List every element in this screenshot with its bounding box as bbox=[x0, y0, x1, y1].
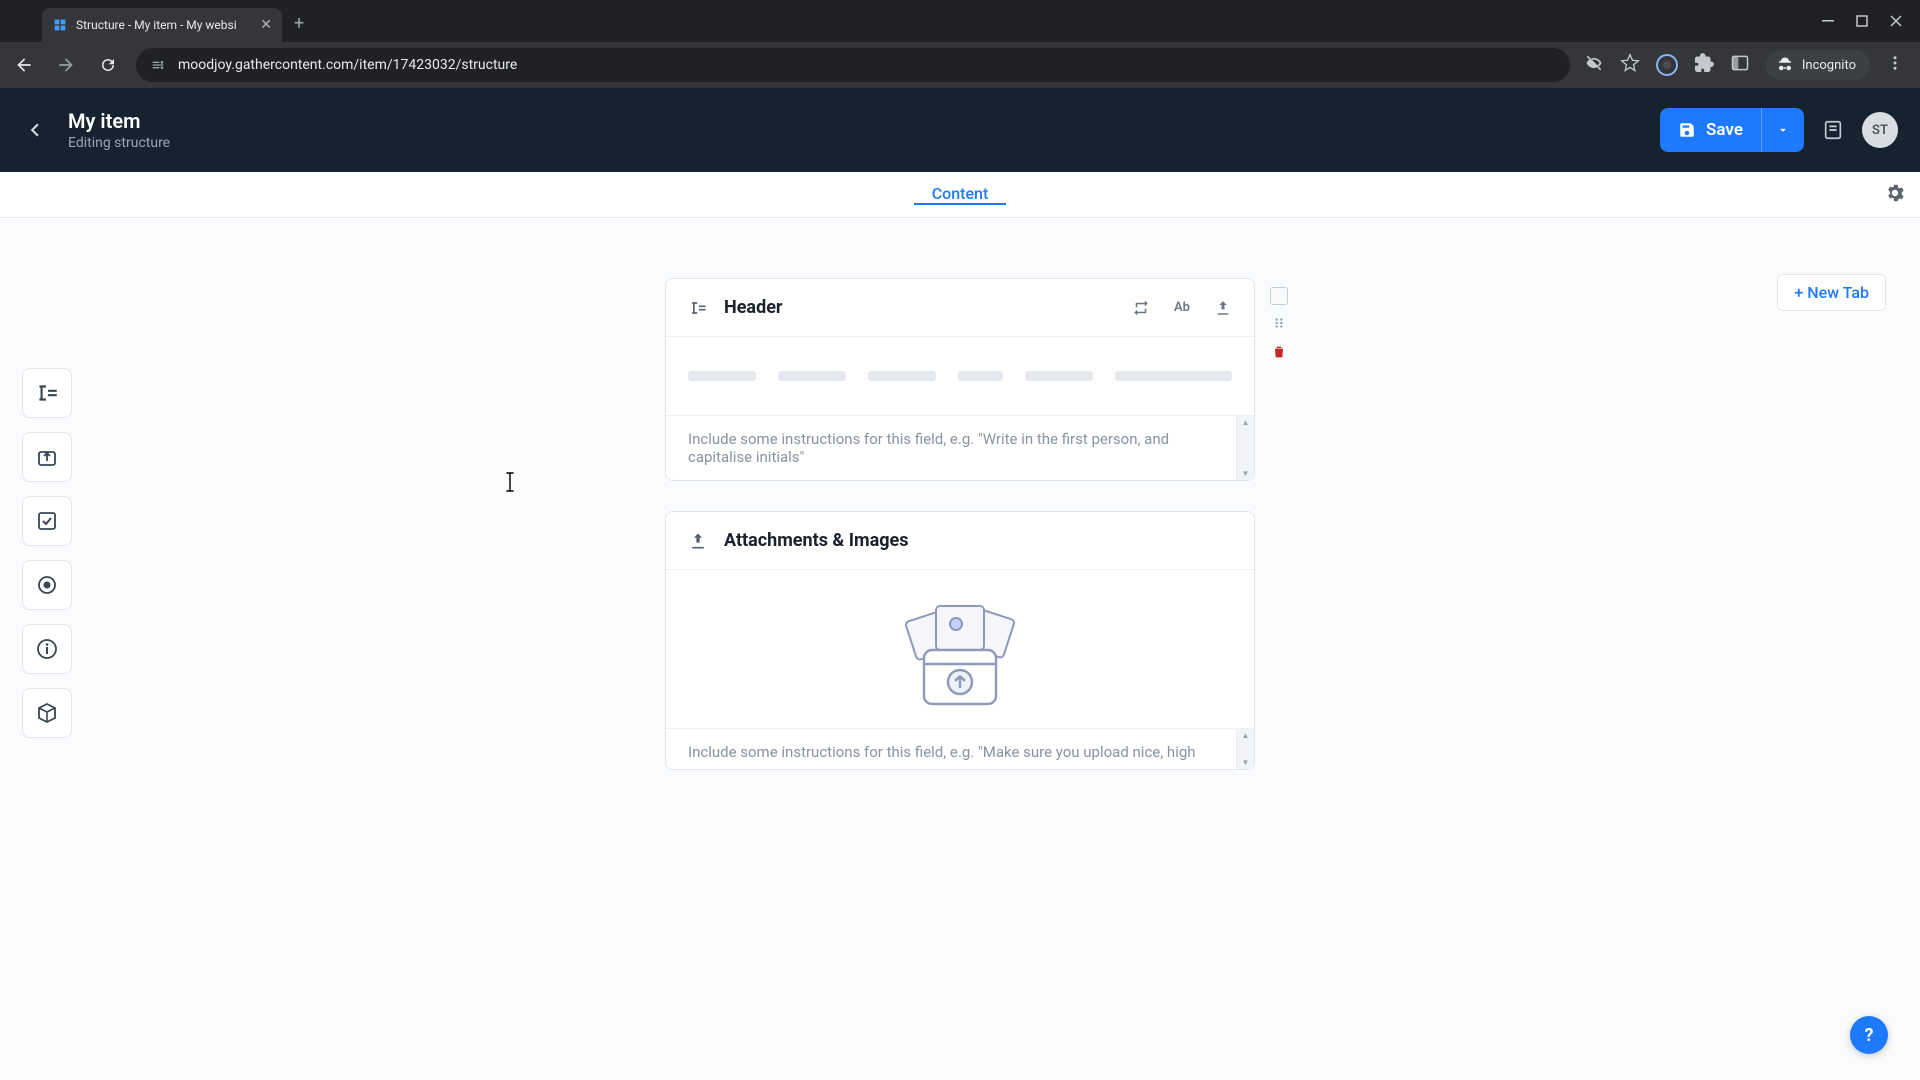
scroll-down-icon: ▼ bbox=[1242, 469, 1250, 478]
avatar-initials: ST bbox=[1872, 123, 1888, 138]
help-button[interactable]: ? bbox=[1850, 1016, 1888, 1054]
drag-handle-icon[interactable] bbox=[1272, 315, 1286, 334]
rail-attachment-button[interactable] bbox=[22, 432, 72, 482]
reload-icon[interactable] bbox=[94, 51, 122, 79]
tab-label: Content bbox=[932, 184, 989, 203]
rail-guideline-button[interactable] bbox=[22, 624, 72, 674]
rail-text-field-button[interactable] bbox=[22, 368, 72, 418]
checkbox-icon bbox=[35, 509, 59, 533]
tab-content[interactable]: Content bbox=[914, 184, 1007, 205]
workspace: + New Tab bbox=[0, 218, 1920, 1080]
upload-icon bbox=[688, 531, 708, 551]
new-tab-label: + New Tab bbox=[1794, 283, 1869, 302]
text-field-icon bbox=[34, 380, 60, 406]
browser-tab-title: Structure - My item - My websi bbox=[76, 18, 237, 32]
nav-forward-icon[interactable] bbox=[52, 51, 80, 79]
field-card-attachments[interactable]: Attachments & Images bbox=[665, 511, 1255, 770]
field-card-header[interactable]: Header Ab bbox=[665, 278, 1255, 481]
field-name-input[interactable]: Attachments & Images bbox=[724, 530, 1232, 551]
field-header: Attachments & Images bbox=[666, 512, 1254, 570]
browser-tabstrip: Structure - My item - My websi ✕ + bbox=[0, 0, 1920, 42]
browser-toolbar: moodjoy.gathercontent.com/item/17423032/… bbox=[0, 42, 1920, 88]
upload-illustration bbox=[666, 570, 1254, 728]
scroll-down-icon: ▼ bbox=[1242, 758, 1250, 767]
new-browser-tab-button[interactable]: + bbox=[282, 5, 316, 42]
site-settings-icon[interactable] bbox=[150, 57, 166, 73]
tab-bar: Content bbox=[0, 172, 1920, 218]
scrollbar[interactable]: ▲ ▼ bbox=[1236, 729, 1254, 769]
rail-checkbox-button[interactable] bbox=[22, 496, 72, 546]
incognito-indicator[interactable]: Incognito bbox=[1766, 50, 1870, 80]
placeholder-skeleton bbox=[688, 371, 1232, 381]
nav-back-icon[interactable] bbox=[10, 51, 38, 79]
new-tab-button[interactable]: + New Tab bbox=[1777, 274, 1886, 311]
field-side-controls bbox=[1270, 287, 1288, 364]
fields-canvas: Header Ab bbox=[665, 278, 1255, 770]
app-header: My item Editing structure Save ST bbox=[0, 88, 1920, 172]
save-button[interactable]: Save bbox=[1660, 120, 1761, 140]
save-icon bbox=[1678, 121, 1696, 139]
rail-component-button[interactable] bbox=[22, 688, 72, 738]
incognito-label: Incognito bbox=[1802, 58, 1856, 73]
chevron-down-icon bbox=[1776, 123, 1790, 137]
radio-icon bbox=[35, 573, 59, 597]
field-type-rail bbox=[22, 368, 72, 738]
incognito-icon bbox=[1776, 56, 1794, 74]
question-icon: ? bbox=[1865, 1025, 1874, 1046]
field-body[interactable] bbox=[666, 337, 1254, 415]
favicon-icon bbox=[52, 17, 68, 33]
info-icon bbox=[35, 637, 59, 661]
scroll-up-icon: ▲ bbox=[1242, 731, 1250, 740]
app-root: My item Editing structure Save ST bbox=[0, 88, 1920, 1080]
page-title: My item bbox=[68, 109, 170, 133]
preview-icon[interactable] bbox=[1822, 119, 1844, 141]
back-button[interactable] bbox=[22, 117, 48, 143]
cube-icon bbox=[35, 701, 59, 725]
browser-tab-active[interactable]: Structure - My item - My websi ✕ bbox=[42, 8, 282, 42]
browser-window: Structure - My item - My websi ✕ + moodj… bbox=[0, 0, 1920, 88]
save-dropdown-button[interactable] bbox=[1761, 108, 1804, 152]
field-name-input[interactable]: Header bbox=[724, 297, 1108, 318]
scrollbar[interactable]: ▲ ▼ bbox=[1236, 416, 1254, 480]
eye-off-icon[interactable] bbox=[1584, 53, 1604, 77]
kebab-menu-icon[interactable] bbox=[1886, 54, 1904, 76]
star-icon[interactable] bbox=[1620, 53, 1640, 77]
ab-icon[interactable]: Ab bbox=[1174, 300, 1190, 315]
window-close-icon[interactable] bbox=[1890, 12, 1902, 31]
save-button-group: Save bbox=[1660, 108, 1804, 152]
title-block: My item Editing structure bbox=[68, 109, 170, 151]
window-minimize-icon[interactable] bbox=[1822, 12, 1834, 31]
page-subtitle: Editing structure bbox=[68, 135, 170, 151]
instructions-input[interactable] bbox=[666, 416, 1236, 480]
repeat-icon[interactable] bbox=[1132, 299, 1150, 317]
extensions-icon[interactable] bbox=[1694, 53, 1714, 77]
delete-field-button[interactable] bbox=[1271, 344, 1287, 364]
scroll-up-icon: ▲ bbox=[1242, 418, 1250, 427]
user-avatar[interactable]: ST bbox=[1862, 112, 1898, 148]
attachment-icon bbox=[35, 445, 59, 469]
window-maximize-icon[interactable] bbox=[1856, 12, 1868, 31]
gear-icon[interactable] bbox=[1884, 182, 1906, 208]
tab-close-icon[interactable]: ✕ bbox=[260, 17, 272, 33]
save-button-label: Save bbox=[1706, 120, 1743, 140]
rail-radio-button[interactable] bbox=[22, 560, 72, 610]
profile-icon[interactable] bbox=[1656, 54, 1678, 76]
text-field-icon bbox=[688, 298, 708, 318]
field-header: Header Ab bbox=[666, 279, 1254, 337]
instructions-input[interactable] bbox=[666, 729, 1236, 769]
address-bar[interactable]: moodjoy.gathercontent.com/item/17423032/… bbox=[136, 48, 1570, 82]
address-bar-url: moodjoy.gathercontent.com/item/17423032/… bbox=[178, 57, 517, 73]
sidepanel-icon[interactable] bbox=[1730, 53, 1750, 77]
field-checkbox[interactable] bbox=[1270, 287, 1288, 305]
export-icon[interactable] bbox=[1214, 299, 1232, 317]
window-controls bbox=[1804, 0, 1920, 42]
